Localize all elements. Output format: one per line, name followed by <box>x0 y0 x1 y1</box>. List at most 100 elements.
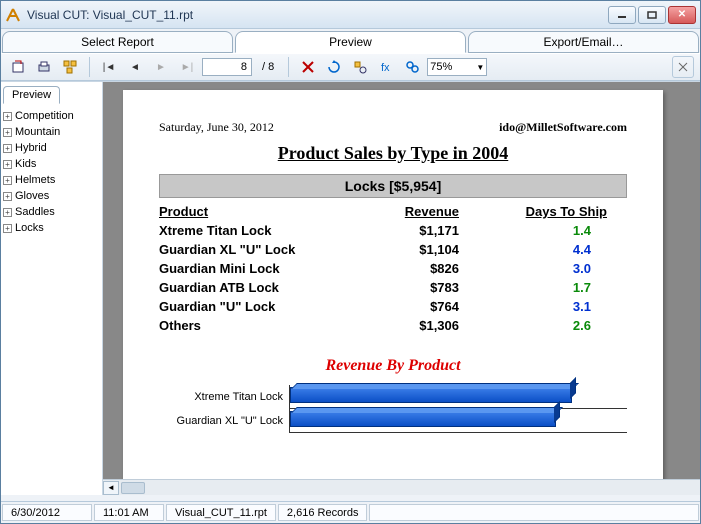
data-row: Guardian XL "U" Lock$1,1044.4 <box>159 242 627 257</box>
scroll-left-icon[interactable]: ◄ <box>103 481 119 495</box>
close-button[interactable]: ✕ <box>668 6 696 24</box>
tree-item-label: Gloves <box>15 190 49 202</box>
cell-product: Guardian Mini Lock <box>159 261 359 276</box>
chart-bar <box>290 411 556 427</box>
stop-icon[interactable] <box>297 56 319 78</box>
nav-prev-icon[interactable]: ◄ <box>124 56 146 78</box>
cell-product: Guardian XL "U" Lock <box>159 242 359 257</box>
close-pane-icon[interactable] <box>672 56 694 78</box>
tree-item-label: Kids <box>15 158 36 170</box>
col-revenue: Revenue <box>359 204 459 219</box>
tree-item[interactable]: +Helmets <box>3 172 100 188</box>
find-icon[interactable] <box>401 56 423 78</box>
cell-days: 3.1 <box>459 299 627 314</box>
status-time: 11:01 AM <box>94 504 164 521</box>
page-total-label: / 8 <box>262 61 274 73</box>
status-spacer <box>369 504 699 521</box>
cell-revenue: $1,171 <box>359 223 459 238</box>
tab-select-report[interactable]: Select Report <box>2 31 233 53</box>
zoom-select[interactable]: 75% ▼ <box>427 58 487 76</box>
tree-item-label: Saddles <box>15 206 55 218</box>
expander-icon[interactable]: + <box>3 208 12 217</box>
data-row: Xtreme Titan Lock$1,1711.4 <box>159 223 627 238</box>
tree-item[interactable]: +Mountain <box>3 124 100 140</box>
tab-label: Select Report <box>81 35 154 49</box>
toolbar: |◄ ◄ ► ►| 8 / 8 fx 75% ▼ <box>1 53 700 81</box>
nav-next-icon[interactable]: ► <box>150 56 172 78</box>
tree-item[interactable]: +Hybrid <box>3 140 100 156</box>
tree-item[interactable]: +Gloves <box>3 188 100 204</box>
tab-export-email[interactable]: Export/Email… <box>468 31 699 53</box>
cell-days: 3.0 <box>459 261 627 276</box>
cell-days: 2.6 <box>459 318 627 333</box>
cell-revenue: $826 <box>359 261 459 276</box>
cell-product: Guardian "U" Lock <box>159 299 359 314</box>
cell-revenue: $783 <box>359 280 459 295</box>
col-days: Days To Ship <box>459 204 627 219</box>
expander-icon[interactable]: + <box>3 192 12 201</box>
tab-label: Preview <box>329 35 372 49</box>
cell-revenue: $1,306 <box>359 318 459 333</box>
report-page: Saturday, June 30, 2012 ido@MilletSoftwa… <box>123 90 663 495</box>
nav-first-icon[interactable]: |◄ <box>98 56 120 78</box>
preview-subtab[interactable]: Preview <box>3 86 60 104</box>
expander-icon[interactable]: + <box>3 128 12 137</box>
data-row: Guardian ATB Lock$7831.7 <box>159 280 627 295</box>
tab-preview[interactable]: Preview <box>235 31 466 53</box>
chart-bar-label: Xtreme Titan Lock <box>159 391 289 403</box>
chart-bar-label: Guardian XL "U" Lock <box>159 415 289 427</box>
cell-product: Others <box>159 318 359 333</box>
statusbar: 6/30/2012 11:01 AM Visual_CUT_11.rpt 2,6… <box>1 501 700 523</box>
data-row: Guardian "U" Lock$7643.1 <box>159 299 627 314</box>
cell-revenue: $1,104 <box>359 242 459 257</box>
revenue-chart: Xtreme Titan Lock Guardian XL "U" Lock <box>159 385 627 445</box>
minimize-button[interactable] <box>608 6 636 24</box>
tree-item[interactable]: +Kids <box>3 156 100 172</box>
expander-icon[interactable]: + <box>3 224 12 233</box>
expander-icon[interactable]: + <box>3 160 12 169</box>
col-product: Product <box>159 204 359 219</box>
export-icon[interactable] <box>7 56 29 78</box>
refresh-icon[interactable] <box>323 56 345 78</box>
report-date: Saturday, June 30, 2012 <box>159 120 274 135</box>
zoom-value: 75% <box>430 61 452 73</box>
cell-days: 4.4 <box>459 242 627 257</box>
group-header-band: Locks [$5,954] <box>159 174 627 198</box>
report-email: ido@MilletSoftware.com <box>499 120 627 135</box>
group-tree-panel: Preview +Competition+Mountain+Hybrid+Kid… <box>1 82 103 495</box>
page-number-input[interactable]: 8 <box>202 58 252 76</box>
cell-product: Xtreme Titan Lock <box>159 223 359 238</box>
tree-item-label: Competition <box>15 110 74 122</box>
cell-days: 1.7 <box>459 280 627 295</box>
horizontal-scrollbar[interactable]: ◄ <box>103 479 700 495</box>
preview-subtab-label: Preview <box>12 89 51 101</box>
tree-item-label: Locks <box>15 222 44 234</box>
scroll-thumb[interactable] <box>121 482 145 494</box>
chart-bar <box>290 387 572 403</box>
cell-days: 1.4 <box>459 223 627 238</box>
main-tabs: Select Report Preview Export/Email… <box>1 29 700 53</box>
tree-item[interactable]: +Saddles <box>3 204 100 220</box>
expander-icon[interactable]: + <box>3 144 12 153</box>
tab-label: Export/Email… <box>543 35 623 49</box>
tree-item-label: Mountain <box>15 126 60 138</box>
tree-item[interactable]: +Competition <box>3 108 100 124</box>
search-options-icon[interactable] <box>349 56 371 78</box>
svg-text:fx: fx <box>381 62 390 74</box>
report-viewport: Saturday, June 30, 2012 ido@MilletSoftwa… <box>103 82 700 495</box>
maximize-button[interactable] <box>638 6 666 24</box>
expander-icon[interactable]: + <box>3 176 12 185</box>
print-icon[interactable] <box>33 56 55 78</box>
toggle-tree-icon[interactable] <box>59 56 81 78</box>
tree-item-label: Hybrid <box>15 142 47 154</box>
status-date: 6/30/2012 <box>2 504 92 521</box>
tree-item[interactable]: +Locks <box>3 220 100 236</box>
cell-product: Guardian ATB Lock <box>159 280 359 295</box>
nav-last-icon[interactable]: ►| <box>176 56 198 78</box>
window-title: Visual CUT: Visual_CUT_11.rpt <box>27 8 608 22</box>
tree-item-label: Helmets <box>15 174 55 186</box>
expander-icon[interactable]: + <box>3 112 12 121</box>
cell-revenue: $764 <box>359 299 459 314</box>
data-row: Others$1,3062.6 <box>159 318 627 333</box>
formula-icon[interactable]: fx <box>375 56 397 78</box>
